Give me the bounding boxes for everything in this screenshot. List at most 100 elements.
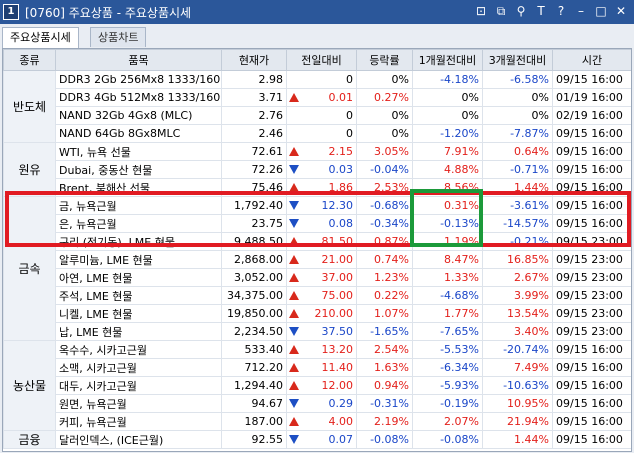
time-cell: 09/15 16:00 xyxy=(552,70,631,89)
column-header[interactable]: 시간 xyxy=(552,49,631,71)
column-header[interactable]: 종류 xyxy=(3,49,56,71)
table-row[interactable]: 소맥, 시카고근월 712.20 11.40 1.63% -6.34% 7.49% 09/1… xyxy=(4,358,631,377)
table-row[interactable]: 금융 달러인덱스, (ICE근월) 92.55 0.07 -0.08% -0.08% 1.4… xyxy=(3,430,631,449)
up-triangle-icon xyxy=(289,147,299,156)
one-month-change-cell: 1.33% xyxy=(412,268,483,287)
table-row[interactable]: 커피, 뉴욕근월 187.00 4.00 2.19% 2.07% 21.94% 09/15 … xyxy=(4,412,631,431)
time-cell: 09/15 23:00 xyxy=(552,250,631,269)
one-month-change-cell: -5.93% xyxy=(412,376,483,395)
time-cell: 09/15 23:00 xyxy=(552,304,631,323)
price-cell: 712.20 xyxy=(221,358,287,377)
table-row[interactable]: 납, LME 현물 2,234.50 37.50 -1.65% -7.65% 3.40% 0… xyxy=(4,322,631,341)
table-row[interactable]: 원면, 뉴욕근월 94.67 0.29 -0.31% -0.19% 10.95% 09/15… xyxy=(4,394,631,413)
tab-commodity-chart[interactable]: 상품차트 xyxy=(90,27,147,47)
change-value: 37.00 xyxy=(321,271,354,284)
table-row[interactable]: 원유 WTI, 뉴욕 선물 72.61 2.15 3.05% 7.91% 0.64% 09/1… xyxy=(3,142,631,197)
copy-icon[interactable]: ⧉ xyxy=(494,4,508,18)
rate-cell: 1.63% xyxy=(356,358,413,377)
rate-cell: -0.08% xyxy=(356,430,413,449)
change-cell: 12.00 xyxy=(286,376,357,395)
rate-cell: 0% xyxy=(356,124,413,143)
table-row[interactable]: 니켈, LME 현물 19,850.00 210.00 1.07% 1.77% 13.54… xyxy=(4,304,631,323)
table-header-row: 종류 품목 현재가 전일대비 등락률 1개월전대비 3개월전대비 시간 xyxy=(3,49,631,71)
column-header[interactable]: 전일대비 xyxy=(286,49,357,71)
time-cell: 09/15 16:00 xyxy=(552,178,631,197)
price-cell: 3,052.00 xyxy=(221,268,287,287)
change-cell: 2.15 xyxy=(286,142,357,161)
table-row[interactable]: NAND 64Gb 8Gx8MLC 2.46 0 0% -1.20% -7.87% 09/1… xyxy=(4,124,631,143)
price-cell: 2.46 xyxy=(221,124,287,143)
table-row[interactable]: 대두, 시카고근월 1,294.40 12.00 0.94% -5.93% -10.63%… xyxy=(4,376,631,395)
minimize-icon[interactable]: – xyxy=(574,4,588,18)
rate-cell: 0% xyxy=(356,106,413,125)
time-cell: 02/19 16:00 xyxy=(552,106,631,125)
time-cell: 09/15 16:00 xyxy=(552,142,631,161)
time-cell: 09/15 23:00 xyxy=(552,232,631,251)
table-row[interactable]: 농산물 옥수수, 시카고근월 533.40 13.20 2.54% -5.53% -20.7… xyxy=(3,340,631,431)
three-month-change-cell: 7.49% xyxy=(482,358,553,377)
table-row[interactable]: Brent, 북해산 선물 75.46 1.86 2.53% 8.56% 1.44% 09/… xyxy=(4,178,631,197)
window-title: [0760] 주요상품 - 주요상품시세 xyxy=(25,5,192,20)
change-value: 1.86 xyxy=(328,181,354,194)
down-triangle-icon xyxy=(289,399,299,408)
item-name-cell: 은, 뉴욕근월 xyxy=(55,214,222,233)
price-cell: 2,234.50 xyxy=(221,322,287,341)
table-row[interactable]: DDR3 4Gb 512Mx8 1333/1600MH3.71 0.010.27%… xyxy=(4,88,631,107)
three-month-change-cell: 1.44% xyxy=(482,178,553,197)
one-month-change-cell: -0.19% xyxy=(412,394,483,413)
column-header[interactable]: 1개월전대비 xyxy=(412,49,483,71)
table-row[interactable]: 아연, LME 현물 3,052.00 37.00 1.23% 1.33% 2.67% 09… xyxy=(4,268,631,287)
table-row[interactable]: 반도체DDR3 2Gb 256Mx8 1333/1600MH2.9800%-4.… xyxy=(3,70,631,143)
table-row[interactable]: 은, 뉴욕근월 23.75 0.08 -0.34% -0.13% -14.57% 09/15… xyxy=(4,214,631,233)
table-row[interactable]: 금속 금, 뉴욕근월 1,792.40 12.30 -0.68% 0.31% -3.61% 0… xyxy=(3,196,631,341)
one-month-change-cell: -5.53% xyxy=(412,340,483,359)
change-value: 13.20 xyxy=(321,343,354,356)
tab-commodity-prices[interactable]: 주요상품시세 xyxy=(2,27,79,48)
font-size-icon[interactable]: T xyxy=(534,4,548,18)
three-month-change-cell: 10.95% xyxy=(482,394,553,413)
column-header[interactable]: 3개월전대비 xyxy=(482,49,553,71)
table-row[interactable]: 알루미늄, LME 현물 2,868.00 21.00 0.74% 8.47% 16.85… xyxy=(4,250,631,269)
table-row[interactable]: NAND 32Gb 4Gx8 (MLC) 2.76 0 0% 0% 0% 02/19 16:… xyxy=(4,106,631,125)
category-cell: 금속 xyxy=(3,196,56,341)
table-body: 반도체DDR3 2Gb 256Mx8 1333/1600MH2.9800%-4.… xyxy=(3,70,631,449)
table-row[interactable]: Dubai, 중동산 현물 72.26 0.03 -0.04% 4.88% -0.71% 0… xyxy=(4,160,631,179)
help-icon[interactable]: ? xyxy=(554,4,568,18)
change-value: 0.01 xyxy=(328,91,354,104)
column-header[interactable]: 현재가 xyxy=(221,49,287,71)
rate-cell: 0.27% xyxy=(356,88,413,107)
change-value: 0.07 xyxy=(328,433,354,446)
maximize-icon[interactable]: □ xyxy=(594,4,608,18)
rate-cell: -0.68% xyxy=(356,196,413,215)
down-triangle-icon xyxy=(289,165,299,174)
down-triangle-icon xyxy=(289,201,299,210)
up-triangle-icon xyxy=(289,93,299,102)
down-triangle-icon xyxy=(289,327,299,336)
column-header[interactable]: 품목 xyxy=(55,49,222,71)
price-cell: 2.76 xyxy=(221,106,287,125)
change-cell: 4.00 xyxy=(286,412,357,431)
price-cell: 72.26 xyxy=(221,160,287,179)
up-triangle-icon xyxy=(289,381,299,390)
change-value: 0.03 xyxy=(328,163,354,176)
price-cell: 94.67 xyxy=(221,394,287,413)
column-header[interactable]: 등락률 xyxy=(356,49,413,71)
change-cell: 37.50 xyxy=(286,322,357,341)
tab-bar: 주요상품시세 상품차트 xyxy=(0,27,634,48)
three-month-change-cell: -10.63% xyxy=(482,376,553,395)
rate-cell: -1.65% xyxy=(356,322,413,341)
one-month-change-cell: 1.19% xyxy=(412,232,483,251)
price-cell: 9,488.50 xyxy=(221,232,287,251)
link-icon[interactable]: ⊡ xyxy=(474,4,488,18)
table-row[interactable]: 구리 (전기동), LME 현물 9,488.50 81.50 0.87% 1.19% -… xyxy=(4,232,631,251)
item-name-cell: 금, 뉴욕근월 xyxy=(55,196,222,215)
table-row[interactable]: 주석, LME 현물 34,375.00 75.00 0.22% -4.68% 3.99%… xyxy=(4,286,631,305)
three-month-change-cell: 2.67% xyxy=(482,268,553,287)
item-name-cell: 커피, 뉴욕근월 xyxy=(55,412,222,431)
item-name-cell: NAND 32Gb 4Gx8 (MLC) xyxy=(55,106,222,125)
close-icon[interactable]: ✕ xyxy=(614,4,628,18)
titlebar-controls: ⊡ ⧉ ⚲ T ? – □ ✕ xyxy=(474,4,628,18)
window-number-badge[interactable]: 1 xyxy=(3,4,19,20)
pin-icon[interactable]: ⚲ xyxy=(514,4,528,18)
change-cell: 0 xyxy=(286,124,357,143)
